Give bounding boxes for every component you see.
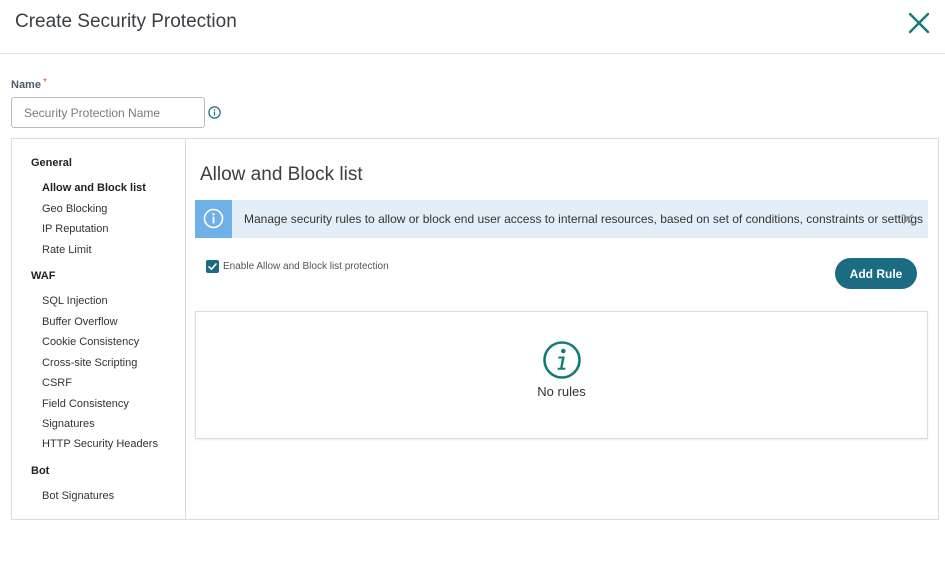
sidebar-item-field-consistency[interactable]: Field Consistency [42,398,129,410]
checkmark-icon [208,263,217,270]
info-banner: Manage security rules to allow or block … [195,200,928,238]
info-icon [543,341,581,379]
sidebar-section-general: General [31,157,72,169]
rules-empty-state: No rules [195,311,928,439]
sidebar-item-ip-reputation[interactable]: IP Reputation [42,223,108,235]
name-label: Name * [11,77,47,91]
enable-protection-label: Enable Allow and Block list protection [223,261,389,272]
enable-protection-checkbox[interactable] [206,260,219,273]
sidebar-section-waf: WAF [31,270,56,282]
name-label-text: Name [11,79,41,91]
sidebar-item-geo-blocking[interactable]: Geo Blocking [42,203,107,215]
banner-message: Manage security rules to allow or block … [244,212,924,226]
sidebar-item-sql-injection[interactable]: SQL Injection [42,295,108,307]
dialog-title: Create Security Protection [15,11,237,32]
settings-sidebar: General Allow and Block list Geo Blockin… [12,139,186,519]
sidebar-item-bot-signatures[interactable]: Bot Signatures [42,490,114,502]
sidebar-item-rate-limit[interactable]: Rate Limit [42,244,92,256]
close-icon[interactable] [906,10,932,36]
banner-close-icon[interactable] [902,213,914,225]
dialog-header: Create Security Protection [0,0,945,54]
no-rules-text: No rules [537,384,586,399]
sidebar-item-http-security-headers[interactable]: HTTP Security Headers [42,438,158,450]
sidebar-item-cross-site-scripting[interactable]: Cross-site Scripting [42,357,137,369]
sidebar-item-signatures[interactable]: Signatures [42,418,95,430]
security-protection-name-input[interactable] [11,97,205,128]
sidebar-section-bot: Bot [31,465,50,477]
name-info-icon[interactable] [208,106,221,119]
sidebar-item-cookie-consistency[interactable]: Cookie Consistency [42,336,139,348]
required-marker: * [42,77,47,88]
sidebar-item-allow-and-block-list[interactable]: Allow and Block list [42,182,146,194]
sidebar-item-csrf[interactable]: CSRF [42,377,72,389]
add-rule-button[interactable]: Add Rule [835,258,917,289]
content-title: Allow and Block list [200,164,363,185]
sidebar-item-buffer-overflow[interactable]: Buffer Overflow [42,316,118,328]
banner-icon-container [195,200,232,238]
info-icon [203,208,224,229]
